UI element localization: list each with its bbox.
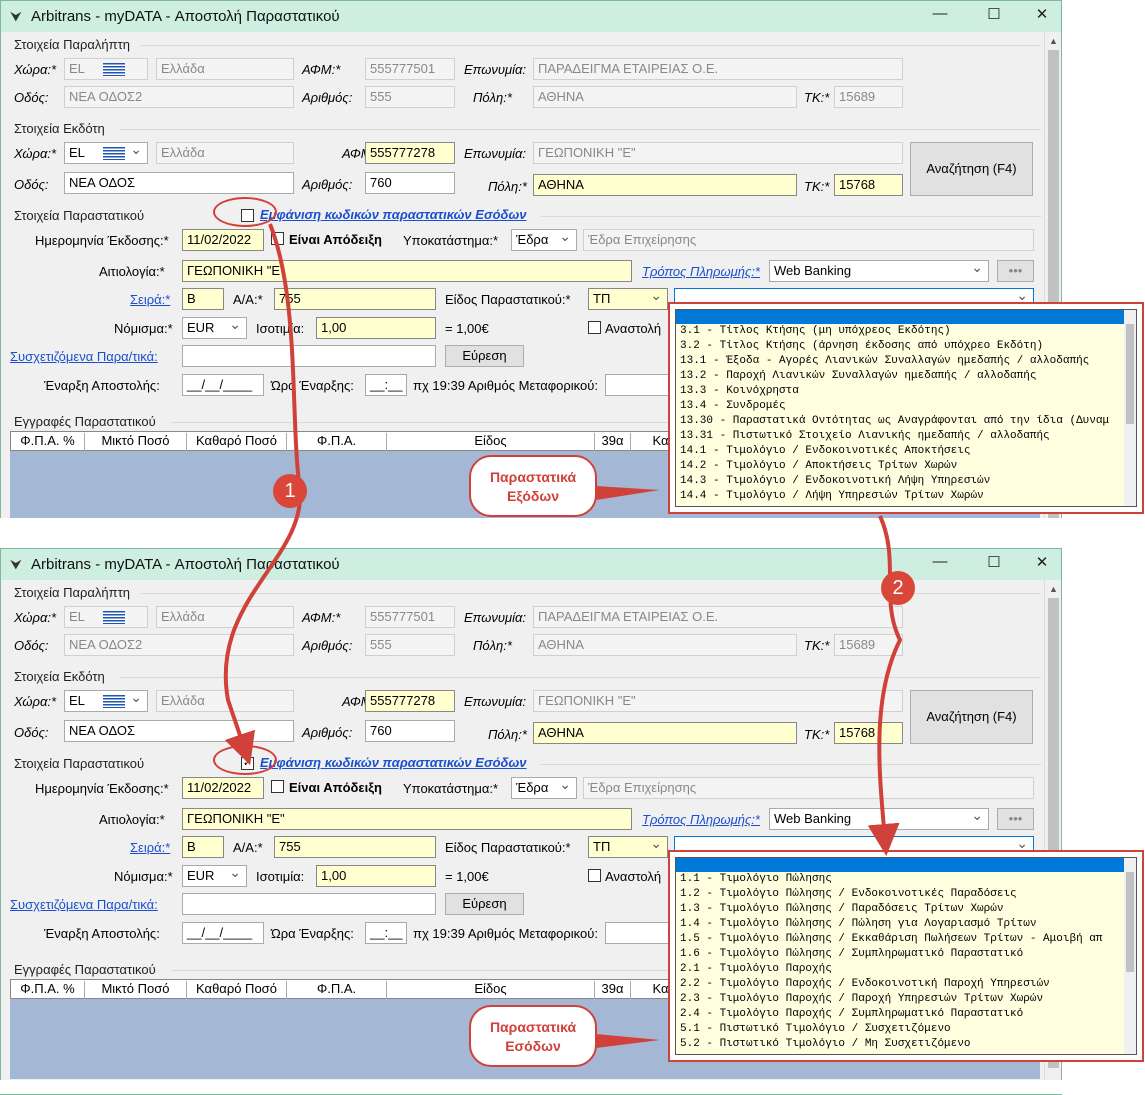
callout-expenses: Παραστατικά Εξόδων	[469, 455, 597, 517]
step-badge-1: 1	[273, 474, 307, 508]
callout-pointer	[596, 1034, 660, 1048]
highlight-oval	[213, 197, 277, 227]
arrow-curve	[867, 515, 903, 856]
callout-pointer	[596, 486, 660, 500]
step-badge-2: 2	[881, 571, 915, 605]
annotation-arrows	[223, 223, 903, 1048]
highlight-oval	[213, 745, 277, 775]
callout-income: Παραστατικά Εσόδων	[469, 1005, 597, 1067]
